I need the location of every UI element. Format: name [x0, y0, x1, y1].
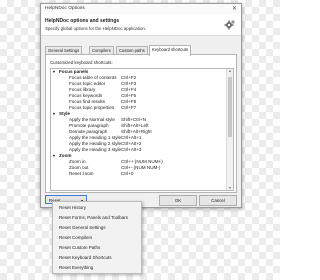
- menu-item-reset-keyboard-shortcuts[interactable]: Reset Keyboard Shortcuts: [59, 255, 112, 260]
- tab-keyboard-shortcuts[interactable]: Keyboard shortcuts: [149, 45, 192, 56]
- gear-icon: [224, 20, 235, 30]
- shortcut-row[interactable]: Reset zoom Ctrl+0: [51, 171, 227, 177]
- keyboard-shortcuts-panel: Customized keyboard shortcuts: ▾ Focus pa…: [45, 54, 237, 193]
- scrollbar-thumb[interactable]: [228, 77, 232, 137]
- menu-item-reset-compilers[interactable]: Reset Compilers: [59, 235, 92, 240]
- scroll-down-icon[interactable]: ▼: [227, 186, 233, 190]
- shortcuts-tree[interactable]: ▾ Focus panels Focus table of contents Ctrl…: [50, 68, 234, 191]
- shortcuts-tree-rows: ▾ Focus panels Focus table of contents Ctrl…: [51, 69, 227, 177]
- menu-item-reset-everything[interactable]: Reset Everything: [59, 265, 93, 270]
- scroll-up-icon[interactable]: ▲: [227, 69, 233, 73]
- menu-item-reset-general-settings[interactable]: Reset General Settings: [59, 225, 106, 230]
- window-title: HelpNDoc Options: [45, 6, 85, 11]
- header-subtitle: Specify global options for the HelpNDoc …: [45, 26, 147, 31]
- menu-item-reset-custom-paths[interactable]: Reset Custom Paths: [59, 245, 100, 250]
- panel-label: Customized keyboard shortcuts:: [50, 60, 113, 65]
- menu-item-reset-forms-panels-toolbars[interactable]: Reset Forms, Panels and Toolbars: [59, 215, 128, 220]
- command-name: Reset zoom: [69, 171, 94, 176]
- ok-button[interactable]: OK: [159, 195, 197, 206]
- options-dialog: HelpNDoc Options ✕ HelpNDoc options and …: [40, 3, 242, 208]
- close-icon[interactable]: ✕: [232, 5, 237, 12]
- reset-menu: Reset History Reset Forms, Panels and To…: [52, 201, 142, 274]
- header-title: HelpNDoc options and settings: [45, 18, 120, 24]
- dialog-header: HelpNDoc options and settings Specify gl…: [41, 14, 241, 36]
- menu-item-reset-history[interactable]: Reset History: [59, 205, 86, 210]
- cancel-button[interactable]: Cancel: [199, 195, 237, 206]
- tree-scrollbar[interactable]: ▲ ▼: [226, 69, 233, 190]
- shortcut-keys: Ctrl+0: [121, 171, 134, 176]
